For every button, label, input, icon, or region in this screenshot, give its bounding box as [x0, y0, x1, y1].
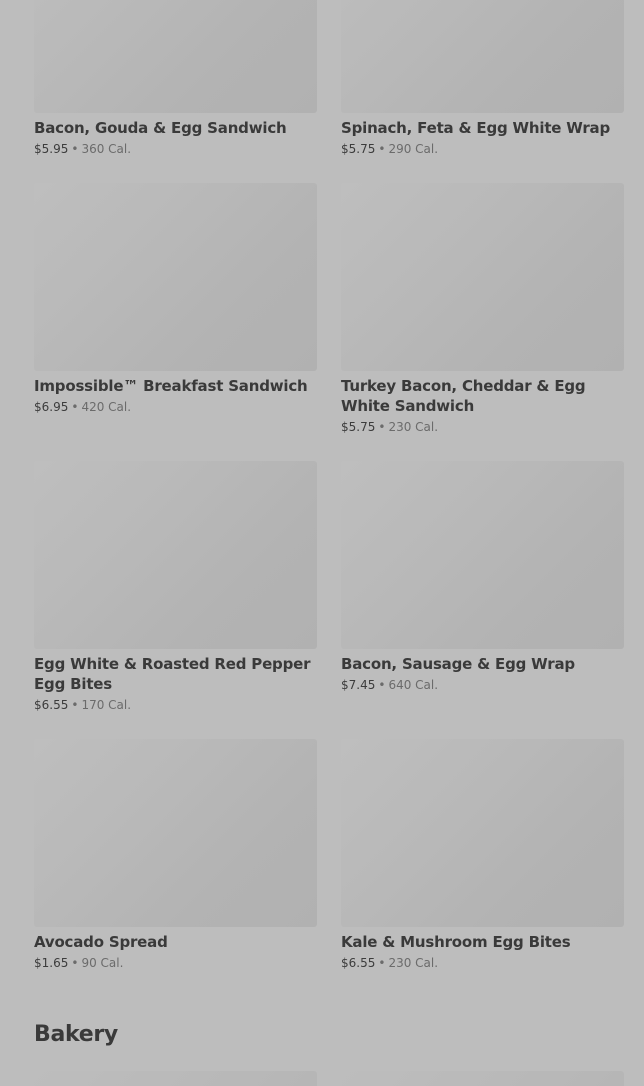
product-calories: 90 Cal. [81, 956, 124, 970]
product-price: $6.55 [34, 698, 69, 712]
product-name[interactable]: Avocado Spread [34, 932, 317, 952]
product-name[interactable]: Kale & Mushroom Egg Bites [341, 932, 624, 952]
separator-dot: • [71, 142, 79, 156]
menu-item-card[interactable]: Egg White & Roasted Red Pepper Egg Bites… [34, 461, 317, 739]
separator-dot: • [378, 142, 386, 156]
product-meta: $1.65 • 90 Cal. [34, 955, 317, 971]
product-image[interactable] [341, 183, 624, 371]
product-image[interactable] [34, 739, 317, 927]
separator-dot: • [71, 956, 79, 970]
product-meta: $5.95 • 360 Cal. [34, 141, 317, 157]
product-calories: 420 Cal. [81, 400, 132, 414]
product-price: $7.45 [341, 678, 376, 692]
product-price: $6.95 [34, 400, 69, 414]
product-image[interactable] [341, 0, 624, 113]
product-meta: $6.95 • 420 Cal. [34, 399, 317, 415]
product-image[interactable] [34, 0, 317, 113]
product-price: $1.65 [34, 956, 69, 970]
product-name[interactable]: Turkey Bacon, Cheddar & Egg White Sandwi… [341, 376, 624, 416]
separator-dot: • [71, 400, 79, 414]
product-name[interactable]: Egg White & Roasted Red Pepper Egg Bites [34, 654, 317, 694]
menu-item-card[interactable]: Bacon, Sausage & Egg Wrap $7.45 • 640 Cal. [341, 461, 624, 739]
product-name[interactable]: Bacon, Gouda & Egg Sandwich [34, 118, 317, 138]
product-meta: $6.55 • 230 Cal. [341, 955, 624, 971]
product-image[interactable] [341, 461, 624, 649]
menu-grid: Bacon, Gouda & Egg Sandwich $5.95 • 360 Ca… [34, 0, 624, 997]
menu-item-card[interactable]: Bacon, Gouda & Egg Sandwich $5.95 • 360 Ca… [34, 0, 317, 183]
product-meta: $5.75 • 230 Cal. [341, 419, 624, 435]
product-image[interactable] [34, 183, 317, 371]
product-price: $5.75 [341, 420, 376, 434]
separator-dot: • [378, 678, 386, 692]
bakery-item-image[interactable] [341, 1071, 624, 1086]
separator-dot: • [378, 956, 386, 970]
menu-item-card[interactable]: Kale & Mushroom Egg Bites $6.55 • 230 Cal. [341, 739, 624, 997]
product-meta: $7.45 • 640 Cal. [341, 677, 624, 693]
separator-dot: • [378, 420, 386, 434]
product-meta: $6.55 • 170 Cal. [34, 697, 317, 713]
product-image[interactable] [34, 461, 317, 649]
product-calories: 230 Cal. [388, 956, 439, 970]
product-meta: $5.75 • 290 Cal. [341, 141, 624, 157]
product-name[interactable]: Impossible™ Breakfast Sandwich [34, 376, 317, 396]
product-price: $5.75 [341, 142, 376, 156]
menu-item-card[interactable]: Avocado Spread $1.65 • 90 Cal. [34, 739, 317, 997]
product-calories: 170 Cal. [81, 698, 132, 712]
product-price: $5.95 [34, 142, 69, 156]
product-calories: 230 Cal. [388, 420, 439, 434]
product-image[interactable] [341, 739, 624, 927]
menu-item-card[interactable]: Turkey Bacon, Cheddar & Egg White Sandwi… [341, 183, 624, 461]
bakery-item-image[interactable] [34, 1071, 317, 1086]
section-title-bakery: Bakery [34, 1022, 118, 1047]
product-price: $6.55 [341, 956, 376, 970]
product-name[interactable]: Bacon, Sausage & Egg Wrap [341, 654, 624, 674]
product-calories: 290 Cal. [388, 142, 439, 156]
separator-dot: • [71, 698, 79, 712]
menu-item-card[interactable]: Spinach, Feta & Egg White Wrap $5.75 • 290… [341, 0, 624, 183]
product-calories: 360 Cal. [81, 142, 132, 156]
product-calories: 640 Cal. [388, 678, 439, 692]
menu-item-card[interactable]: Impossible™ Breakfast Sandwich $6.95 • 420… [34, 183, 317, 461]
product-name[interactable]: Spinach, Feta & Egg White Wrap [341, 118, 624, 138]
